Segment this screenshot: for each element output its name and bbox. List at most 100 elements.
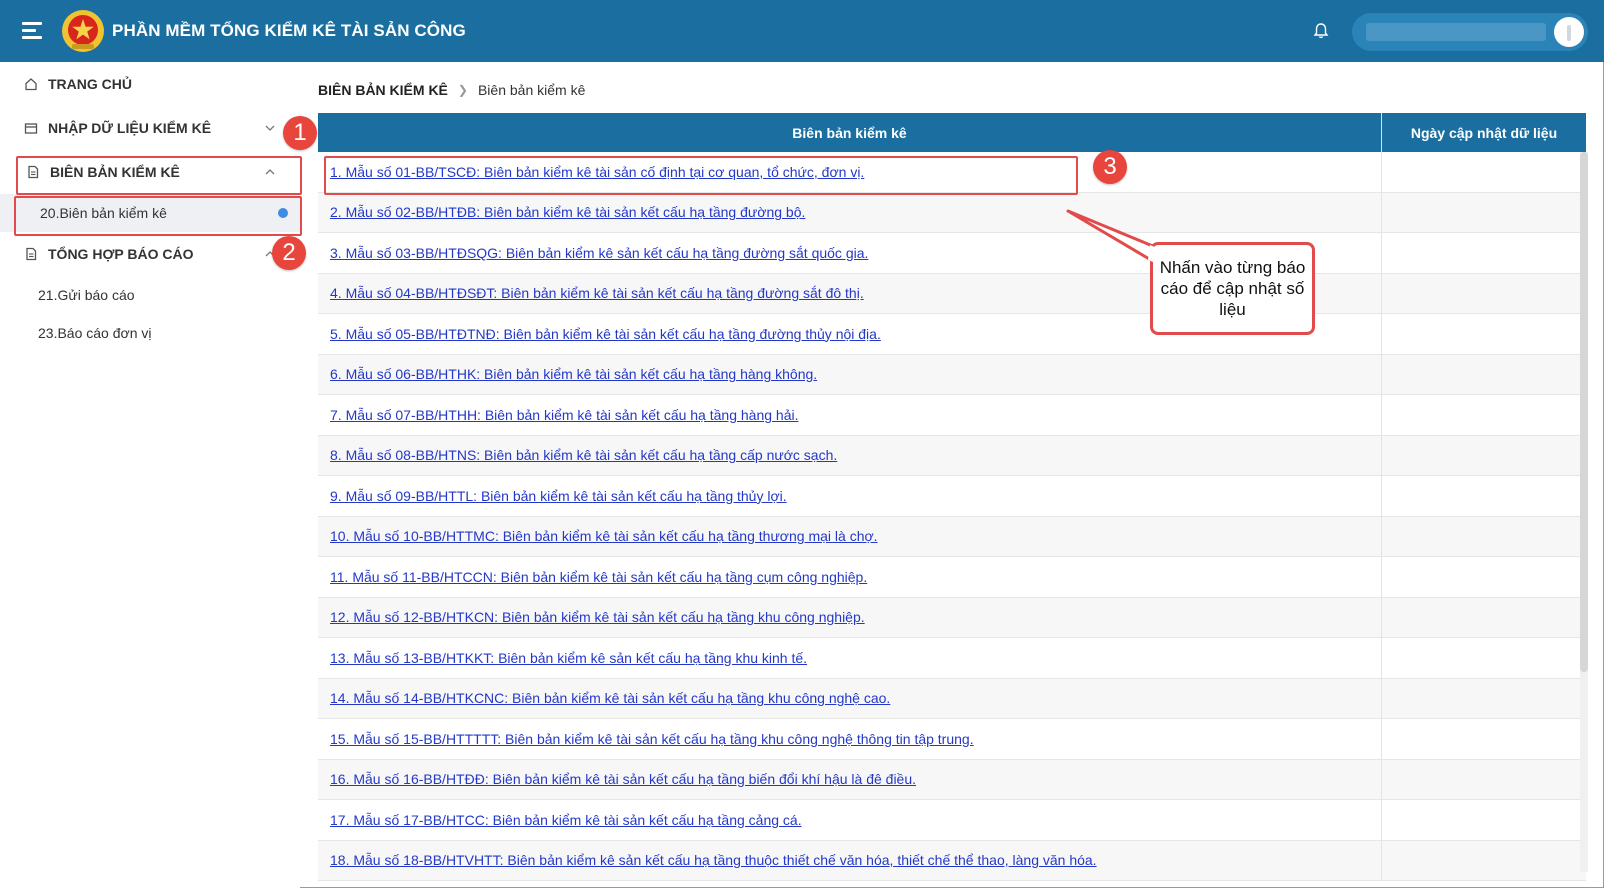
updated-date-cell [1382, 800, 1586, 840]
record-cell: 15. Mẫu số 15-BB/HTTTTT: Biên bản kiểm k… [318, 719, 1382, 759]
sidebar-item-label: TRANG CHỦ [48, 76, 132, 92]
sidebar-item-label: BIÊN BẢN KIỂM KÊ [50, 164, 180, 180]
bell-icon[interactable] [1312, 22, 1330, 40]
user-menu[interactable] [1352, 13, 1588, 51]
updated-date-cell [1382, 679, 1586, 719]
updated-date-cell [1382, 638, 1586, 678]
record-link[interactable]: 4. Mẫu số 04-BB/HTĐSĐT: Biên bản kiểm kê… [330, 285, 864, 301]
record-link[interactable]: 10. Mẫu số 10-BB/HTTMC: Biên bản kiểm kê… [330, 528, 878, 544]
record-link[interactable]: 9. Mẫu số 09-BB/HTTL: Biên bản kiểm kê t… [330, 488, 787, 504]
updated-date-cell [1382, 760, 1586, 800]
updated-date-cell [1382, 517, 1586, 557]
record-cell: 16. Mẫu số 16-BB/HTĐĐ: Biên bản kiểm kê … [318, 759, 1382, 799]
record-cell: 2. Mẫu số 02-BB/HTĐB: Biên bản kiểm kê t… [318, 192, 1382, 232]
table-row: 2. Mẫu số 02-BB/HTĐB: Biên bản kiểm kê t… [318, 192, 1586, 233]
table-row: 7. Mẫu số 07-BB/HTHH: Biên bản kiểm kê t… [318, 395, 1586, 436]
record-cell: 7. Mẫu số 07-BB/HTHH: Biên bản kiểm kê t… [318, 395, 1382, 435]
table-row: 1. Mẫu số 01-BB/TSCĐ: Biên bản kiểm kê t… [318, 152, 1586, 193]
records-table: Biên bản kiểm kê Ngày cập nhật dữ liệu 1… [318, 113, 1586, 888]
callout-note: Nhấn vào từng báo cáo để cập nhật số liệ… [1150, 242, 1315, 335]
scrollbar-thumb[interactable] [1580, 152, 1588, 672]
record-link[interactable]: 5. Mẫu số 05-BB/HTĐTNĐ: Biên bản kiểm kê… [330, 326, 881, 342]
record-link[interactable]: 3. Mẫu số 03-BB/HTĐSQG: Biên bản kiểm kê… [330, 245, 868, 261]
inbox-icon [24, 123, 38, 134]
record-cell: 11. Mẫu số 11-BB/HTCCN: Biên bản kiểm kê… [318, 557, 1382, 597]
record-link[interactable]: 14. Mẫu số 14-BB/HTKCNC: Biên bản kiểm k… [330, 690, 890, 706]
table-row: 6. Mẫu số 06-BB/HTHK: Biên bản kiểm kê t… [318, 354, 1586, 395]
sidebar-subitem-inventory-record[interactable]: 20.Biên bản kiểm kê [0, 194, 300, 232]
record-link[interactable]: 7. Mẫu số 07-BB/HTHH: Biên bản kiểm kê t… [330, 407, 798, 423]
updated-date-cell [1382, 152, 1586, 192]
document-icon [26, 247, 37, 261]
table-row: 14. Mẫu số 14-BB/HTKCNC: Biên bản kiểm k… [318, 678, 1586, 719]
updated-date-cell [1382, 395, 1586, 435]
record-cell: 18. Mẫu số 18-BB/HTVHTT: Biên bản kiểm k… [318, 840, 1382, 880]
updated-date-cell [1382, 841, 1586, 881]
table-row: 15. Mẫu số 15-BB/HTTTTT: Biên bản kiểm k… [318, 719, 1586, 760]
sidebar-item-inventory-records[interactable]: BIÊN BẢN KIỂM KÊ [0, 152, 300, 192]
sidebar-item-label: TỔNG HỢP BÁO CÁO [48, 246, 194, 262]
document-icon [28, 165, 39, 179]
updated-date-cell [1382, 355, 1586, 395]
table-row: 4. Mẫu số 04-BB/HTĐSĐT: Biên bản kiểm kê… [318, 273, 1586, 314]
updated-date-cell [1382, 233, 1586, 273]
record-cell: 6. Mẫu số 06-BB/HTHK: Biên bản kiểm kê t… [318, 354, 1382, 394]
record-link[interactable]: 16. Mẫu số 16-BB/HTĐĐ: Biên bản kiểm kê … [330, 771, 916, 787]
breadcrumb-root[interactable]: BIÊN BẢN KIỂM KÊ [318, 82, 448, 98]
record-link[interactable]: 13. Mẫu số 13-BB/HTKKT: Biên bản kiểm kê… [330, 650, 807, 666]
updated-date-cell [1382, 314, 1586, 354]
record-link[interactable]: 18. Mẫu số 18-BB/HTVHTT: Biên bản kiểm k… [330, 852, 1097, 868]
sidebar-subitem-label: 23.Báo cáo đơn vị [38, 325, 152, 341]
column-header-updated-date: Ngày cập nhật dữ liệu [1410, 124, 1558, 141]
hamburger-menu-icon[interactable] [22, 20, 42, 40]
app-title: PHẦN MỀM TỔNG KIỂM KÊ TÀI SẢN CÔNG [112, 21, 466, 40]
updated-date-cell [1382, 598, 1586, 638]
updated-date-cell [1382, 193, 1586, 233]
table-row: 8. Mẫu số 08-BB/HTNS: Biên bản kiểm kê t… [318, 435, 1586, 476]
app-header: PHẦN MỀM TỔNG KIỂM KÊ TÀI SẢN CÔNG [0, 0, 1604, 62]
updated-date-cell [1382, 719, 1586, 759]
sidebar: TRANG CHỦ NHẬP DỮ LIỆU KIỂM KÊ BIÊN BẢN … [0, 62, 300, 888]
table-row: 9. Mẫu số 09-BB/HTTL: Biên bản kiểm kê t… [318, 476, 1586, 517]
record-cell: 8. Mẫu số 08-BB/HTNS: Biên bản kiểm kê t… [318, 435, 1382, 475]
record-link[interactable]: 12. Mẫu số 12-BB/HTKCN: Biên bản kiểm kê… [330, 609, 865, 625]
updated-date-cell [1382, 436, 1586, 476]
national-emblem-logo [62, 10, 104, 52]
record-cell: 10. Mẫu số 10-BB/HTTMC: Biên bản kiểm kê… [318, 516, 1382, 556]
table-row: 3. Mẫu số 03-BB/HTĐSQG: Biên bản kiểm kê… [318, 233, 1586, 274]
record-cell: 13. Mẫu số 13-BB/HTKKT: Biên bản kiểm kê… [318, 638, 1382, 678]
table-row: 18. Mẫu số 18-BB/HTVHTT: Biên bản kiểm k… [318, 840, 1586, 881]
record-cell: 9. Mẫu số 09-BB/HTTL: Biên bản kiểm kê t… [318, 476, 1382, 516]
record-link[interactable]: 17. Mẫu số 17-BB/HTCC: Biên bản kiểm kê … [330, 812, 802, 828]
step-badge-3: 3 [1093, 150, 1127, 184]
avatar[interactable] [1554, 17, 1584, 47]
vertical-scrollbar[interactable] [1580, 152, 1588, 872]
table-header: Biên bản kiểm kê Ngày cập nhật dữ liệu [318, 113, 1586, 152]
updated-date-cell [1382, 557, 1586, 597]
step-badge-2: 2 [272, 236, 306, 270]
record-cell: 14. Mẫu số 14-BB/HTKCNC: Biên bản kiểm k… [318, 678, 1382, 718]
record-link[interactable]: 2. Mẫu số 02-BB/HTĐB: Biên bản kiểm kê t… [330, 204, 805, 220]
step-badge-1: 1 [283, 116, 317, 150]
sidebar-subitem-send-report[interactable]: 21.Gửi báo cáo [0, 276, 300, 314]
table-row: 11. Mẫu số 11-BB/HTCCN: Biên bản kiểm kê… [318, 557, 1586, 598]
user-name-redacted [1366, 23, 1546, 41]
sidebar-subitem-label: 21.Gửi báo cáo [38, 287, 135, 303]
table-row: 13. Mẫu số 13-BB/HTKKT: Biên bản kiểm kê… [318, 638, 1586, 679]
table-row: 17. Mẫu số 17-BB/HTCC: Biên bản kiểm kê … [318, 800, 1586, 841]
record-link[interactable]: 6. Mẫu số 06-BB/HTHK: Biên bản kiểm kê t… [330, 366, 817, 382]
record-cell: 12. Mẫu số 12-BB/HTKCN: Biên bản kiểm kê… [318, 597, 1382, 637]
record-link[interactable]: 1. Mẫu số 01-BB/TSCĐ: Biên bản kiểm kê t… [330, 164, 864, 180]
sidebar-item-report-summary[interactable]: TỔNG HỢP BÁO CÁO [0, 234, 300, 274]
sidebar-item-data-entry[interactable]: NHẬP DỮ LIỆU KIỂM KÊ [0, 108, 300, 148]
sidebar-item-home[interactable]: TRANG CHỦ [0, 64, 300, 104]
record-link[interactable]: 15. Mẫu số 15-BB/HTTTTT: Biên bản kiểm k… [330, 731, 974, 747]
sidebar-subitem-unit-report[interactable]: 23.Báo cáo đơn vị [0, 314, 300, 352]
active-indicator [278, 208, 288, 218]
table-row: 10. Mẫu số 10-BB/HTTMC: Biên bản kiểm kê… [318, 516, 1586, 557]
record-cell: 1. Mẫu số 01-BB/TSCĐ: Biên bản kiểm kê t… [318, 152, 1382, 192]
column-header-record: Biên bản kiểm kê [318, 113, 1382, 152]
record-link[interactable]: 8. Mẫu số 08-BB/HTNS: Biên bản kiểm kê t… [330, 447, 837, 463]
record-link[interactable]: 11. Mẫu số 11-BB/HTCCN: Biên bản kiểm kê… [330, 569, 867, 585]
chevron-right-icon: ❯ [457, 83, 468, 97]
